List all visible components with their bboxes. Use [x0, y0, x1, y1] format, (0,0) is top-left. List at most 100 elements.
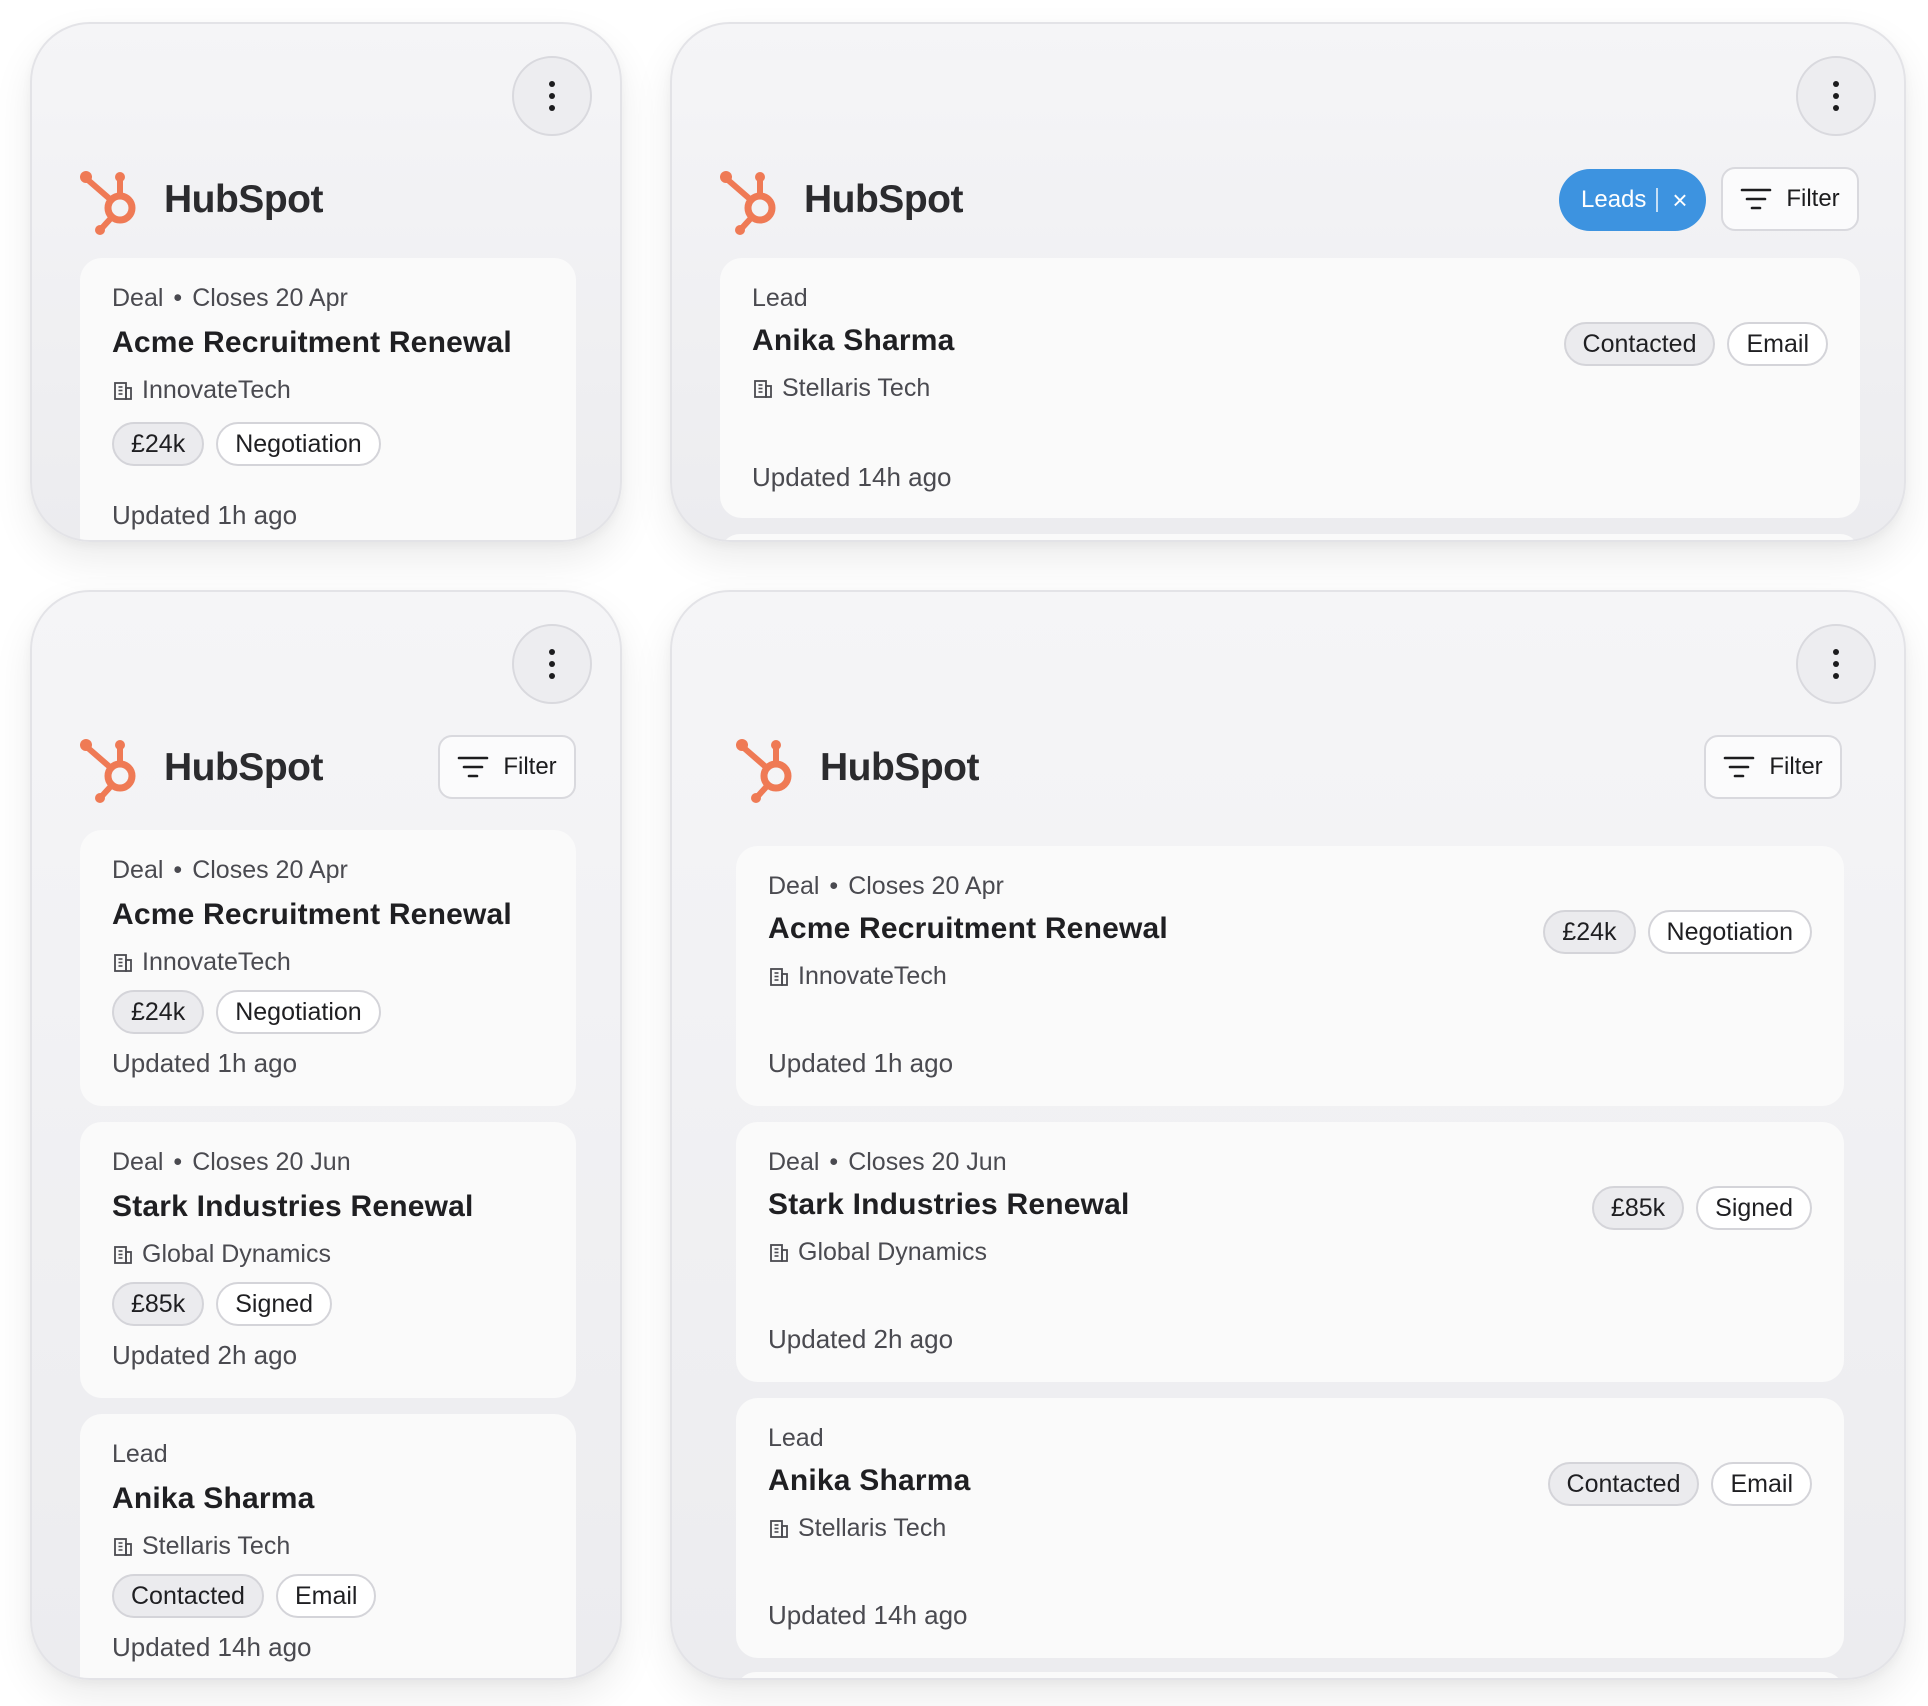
next-card-peek: [736, 1672, 1844, 1678]
deal-card-stark[interactable]: Deal • Closes 20 Jun Stark Industries Rene…: [80, 1122, 576, 1398]
more-vertical-icon: [1833, 81, 1839, 111]
amount-tag: £85k: [1591, 1186, 1685, 1230]
hubspot-sprocket-icon: [78, 164, 150, 236]
record-tags: £85k Signed: [112, 1282, 333, 1326]
hubspot-sprocket-icon: [718, 164, 790, 236]
filter-button[interactable]: Filter: [1721, 167, 1859, 231]
brand-name: HubSpot: [804, 178, 963, 221]
building-icon: [768, 966, 790, 988]
leads-filter-chip[interactable]: Leads ×: [1559, 169, 1706, 231]
lead-card-anika[interactable]: Lead Anika Sharma Stellaris Tech Contact…: [736, 1398, 1844, 1658]
record-meta: Deal • Closes 20 Apr: [768, 872, 1004, 900]
brand-header: HubSpot: [718, 164, 963, 236]
more-menu-button[interactable]: [1796, 56, 1876, 136]
record-meta: Lead: [768, 1424, 824, 1452]
record-tags: £24k Negotiation: [112, 990, 381, 1034]
record-updated: Updated 2h ago: [768, 1324, 954, 1354]
lead-card-anika[interactable]: Lead Anika Sharma Stellaris Tech Contact…: [720, 258, 1860, 518]
record-title: Anika Sharma: [752, 324, 955, 357]
brand-header: HubSpot: [734, 732, 979, 804]
brand-name: HubSpot: [820, 746, 979, 789]
record-title: Anika Sharma: [112, 1482, 315, 1515]
widget-tall-list: HubSpot Filter Deal • Closes 20 Apr Acme R…: [30, 590, 622, 1680]
record-updated: Updated 14h ago: [768, 1600, 968, 1630]
channel-tag: Email: [1727, 322, 1828, 366]
more-vertical-icon: [549, 81, 555, 111]
more-menu-button[interactable]: [512, 56, 592, 136]
record-company: Stellaris Tech: [112, 1532, 290, 1561]
record-tags: £85k Signed: [1591, 1186, 1812, 1230]
record-tags: Contacted Email: [1547, 1462, 1812, 1506]
channel-tag: Email: [1711, 1462, 1812, 1506]
record-tags: Contacted Email: [112, 1574, 377, 1618]
stage-tag: Negotiation: [216, 990, 381, 1034]
record-updated: Updated 1h ago: [768, 1048, 954, 1078]
deal-card-acme[interactable]: Deal • Closes 20 Apr Acme Recruitment Rene…: [80, 830, 576, 1106]
amount-tag: £24k: [112, 422, 205, 466]
stage-tag: Negotiation: [216, 422, 381, 466]
filter-lines-icon: [1723, 755, 1755, 779]
filter-button-label: Filter: [1786, 185, 1840, 212]
filter-lines-icon: [1740, 187, 1772, 211]
filter-button[interactable]: Filter: [1704, 735, 1842, 799]
amount-tag: £24k: [112, 990, 205, 1034]
leads-chip-label: Leads: [1581, 186, 1647, 213]
deal-card-acme[interactable]: Deal • Closes 20 Apr Acme Recruitment Rene…: [736, 846, 1844, 1106]
record-company: Stellaris Tech: [752, 374, 930, 403]
record-company: Global Dynamics: [768, 1238, 987, 1267]
widget-small-deal: HubSpot Deal • Closes 20 Apr Acme Recruitm…: [30, 22, 622, 542]
channel-tag: Email: [275, 1574, 377, 1618]
record-tags: £24k Negotiation: [112, 422, 381, 466]
record-updated: Updated 14h ago: [112, 1632, 312, 1662]
widget-wide-leads: HubSpot Leads × Filter Lead Anika Sharma…: [670, 22, 1906, 542]
brand-header: HubSpot: [78, 732, 323, 804]
building-icon: [112, 380, 134, 402]
stage-tag: Negotiation: [1647, 910, 1812, 954]
record-company: InnovateTech: [112, 948, 291, 977]
close-icon[interactable]: ×: [1672, 187, 1687, 213]
more-menu-button[interactable]: [1796, 624, 1876, 704]
more-vertical-icon: [549, 649, 555, 679]
building-icon: [752, 378, 774, 400]
record-company: InnovateTech: [112, 376, 291, 405]
deal-card-stark[interactable]: Deal • Closes 20 Jun Stark Industries Rene…: [736, 1122, 1844, 1382]
record-updated: Updated 14h ago: [752, 462, 952, 492]
record-title: Acme Recruitment Renewal: [112, 326, 512, 359]
brand-name: HubSpot: [164, 746, 323, 789]
record-title: Anika Sharma: [768, 1464, 971, 1497]
building-icon: [112, 952, 134, 974]
building-icon: [112, 1244, 134, 1266]
record-meta: Deal • Closes 20 Jun: [768, 1148, 1007, 1176]
next-card-peek: [720, 534, 1860, 540]
filter-button[interactable]: Filter: [438, 735, 576, 799]
record-title: Stark Industries Renewal: [112, 1190, 474, 1223]
record-company: Global Dynamics: [112, 1240, 331, 1269]
status-tag: Contacted: [112, 1574, 264, 1618]
record-meta: Lead: [752, 284, 808, 312]
record-meta: Deal • Closes 20 Apr: [112, 856, 348, 884]
status-tag: Contacted: [1547, 1462, 1700, 1506]
record-updated: Updated 1h ago: [112, 1048, 298, 1078]
filter-button-label: Filter: [503, 753, 557, 780]
more-menu-button[interactable]: [512, 624, 592, 704]
amount-tag: £85k: [112, 1282, 205, 1326]
stage-tag: Signed: [1696, 1186, 1812, 1230]
record-meta: Deal • Closes 20 Apr: [112, 284, 348, 312]
brand-name: HubSpot: [164, 178, 323, 221]
record-company: Stellaris Tech: [768, 1514, 946, 1543]
brand-header: HubSpot: [78, 164, 323, 236]
record-tags: Contacted Email: [1563, 322, 1828, 366]
deal-card-acme[interactable]: Deal • Closes 20 Apr Acme Recruitment Rene…: [80, 258, 576, 540]
record-meta: Deal • Closes 20 Jun: [112, 1148, 351, 1176]
lead-card-anika[interactable]: Lead Anika Sharma Stellaris Tech Contact…: [80, 1414, 576, 1678]
record-updated: Updated 1h ago: [112, 500, 298, 530]
record-tags: £24k Negotiation: [1543, 910, 1812, 954]
more-vertical-icon: [1833, 649, 1839, 679]
stage-tag: Signed: [216, 1282, 333, 1326]
record-updated: Updated 2h ago: [112, 1340, 298, 1370]
filter-lines-icon: [457, 755, 489, 779]
status-tag: Contacted: [1563, 322, 1716, 366]
chip-divider: [1656, 188, 1659, 212]
amount-tag: £24k: [1543, 910, 1636, 954]
building-icon: [768, 1242, 790, 1264]
